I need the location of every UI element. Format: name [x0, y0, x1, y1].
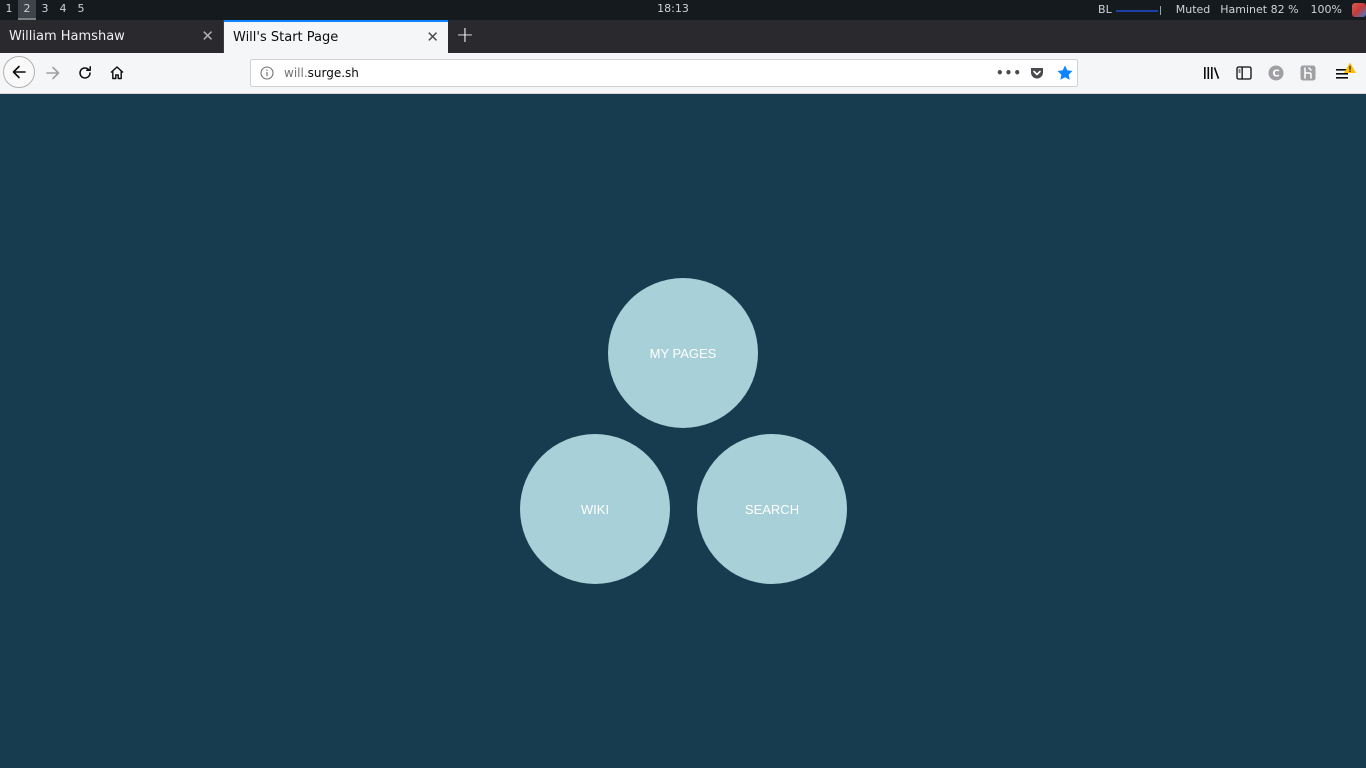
- sidebar-toggle-button[interactable]: [1232, 61, 1256, 85]
- hamburger-menu-icon: [1336, 62, 1356, 79]
- status-area: BL Muted Haminet 82 % 100%: [1098, 0, 1366, 20]
- wiki-link[interactable]: WIKI: [520, 434, 670, 584]
- home-icon: [110, 66, 124, 80]
- tab-william-hamshaw[interactable]: William Hamshaw ✕: [0, 20, 224, 53]
- close-tab-icon[interactable]: ✕: [201, 20, 214, 53]
- extension-h-button[interactable]: [1296, 61, 1320, 85]
- tray-app-icon[interactable]: [1352, 3, 1366, 17]
- volume-status: 100%: [1310, 3, 1342, 16]
- backlight-tick: [1159, 5, 1161, 15]
- arrow-left-icon: [12, 65, 26, 79]
- reload-button[interactable]: [69, 57, 101, 89]
- sidebar-icon: [1236, 66, 1252, 80]
- tab-title: Will's Start Page: [233, 30, 339, 45]
- bookmark-star-icon[interactable]: [1055, 63, 1075, 83]
- backlight-bar: [1115, 10, 1158, 12]
- backlight-label: BL: [1098, 3, 1112, 16]
- site-info-icon[interactable]: [259, 65, 275, 81]
- extension-c-button[interactable]: C: [1264, 61, 1288, 85]
- pocket-icon[interactable]: [1028, 64, 1046, 82]
- audio-status: Muted: [1175, 3, 1211, 16]
- forward-button[interactable]: [37, 57, 69, 89]
- arrow-right-icon: [46, 66, 60, 80]
- clock: 18:13: [657, 2, 689, 15]
- navigation-toolbar: will.surge.sh ••• C: [0, 53, 1366, 94]
- back-button[interactable]: [3, 56, 35, 88]
- workspace-3[interactable]: 3: [36, 0, 54, 20]
- start-page-content: MY PAGES WIKI SEARCH: [0, 94, 1366, 768]
- library-icon: [1204, 67, 1220, 79]
- network-status: Haminet 82 %: [1220, 3, 1299, 16]
- system-bar: 1 2 3 4 5 18:13 BL Muted Haminet 82 % 10…: [0, 0, 1366, 20]
- home-button[interactable]: [101, 57, 133, 89]
- svg-text:C: C: [1272, 69, 1279, 80]
- search-link[interactable]: SEARCH: [697, 434, 847, 584]
- new-tab-button[interactable]: +: [448, 20, 482, 53]
- extension-h-icon: [1300, 65, 1316, 81]
- workspace-2[interactable]: 2: [18, 0, 36, 20]
- reload-icon: [79, 66, 91, 79]
- extension-c-icon: C: [1268, 65, 1284, 81]
- workspace-4[interactable]: 4: [54, 0, 72, 20]
- workspace-1[interactable]: 1: [0, 0, 18, 20]
- url-subdomain: will.: [284, 66, 308, 80]
- tab-strip: William Hamshaw ✕ Will's Start Page ✕ +: [0, 20, 1366, 53]
- tab-wills-start-page[interactable]: Will's Start Page ✕: [224, 20, 448, 53]
- main-menu-button[interactable]: [1334, 61, 1358, 85]
- workspace-switcher: 1 2 3 4 5: [0, 0, 90, 20]
- close-tab-icon[interactable]: ✕: [426, 22, 439, 53]
- url-domain: surge.sh: [307, 66, 359, 80]
- my-pages-link[interactable]: MY PAGES: [608, 278, 758, 428]
- library-button[interactable]: [1200, 61, 1224, 85]
- workspace-5[interactable]: 5: [72, 0, 90, 20]
- address-bar[interactable]: will.surge.sh •••: [250, 59, 1078, 87]
- tab-title: William Hamshaw: [9, 29, 125, 44]
- page-actions-icon[interactable]: •••: [996, 63, 1021, 83]
- url-text[interactable]: will.surge.sh: [284, 60, 359, 86]
